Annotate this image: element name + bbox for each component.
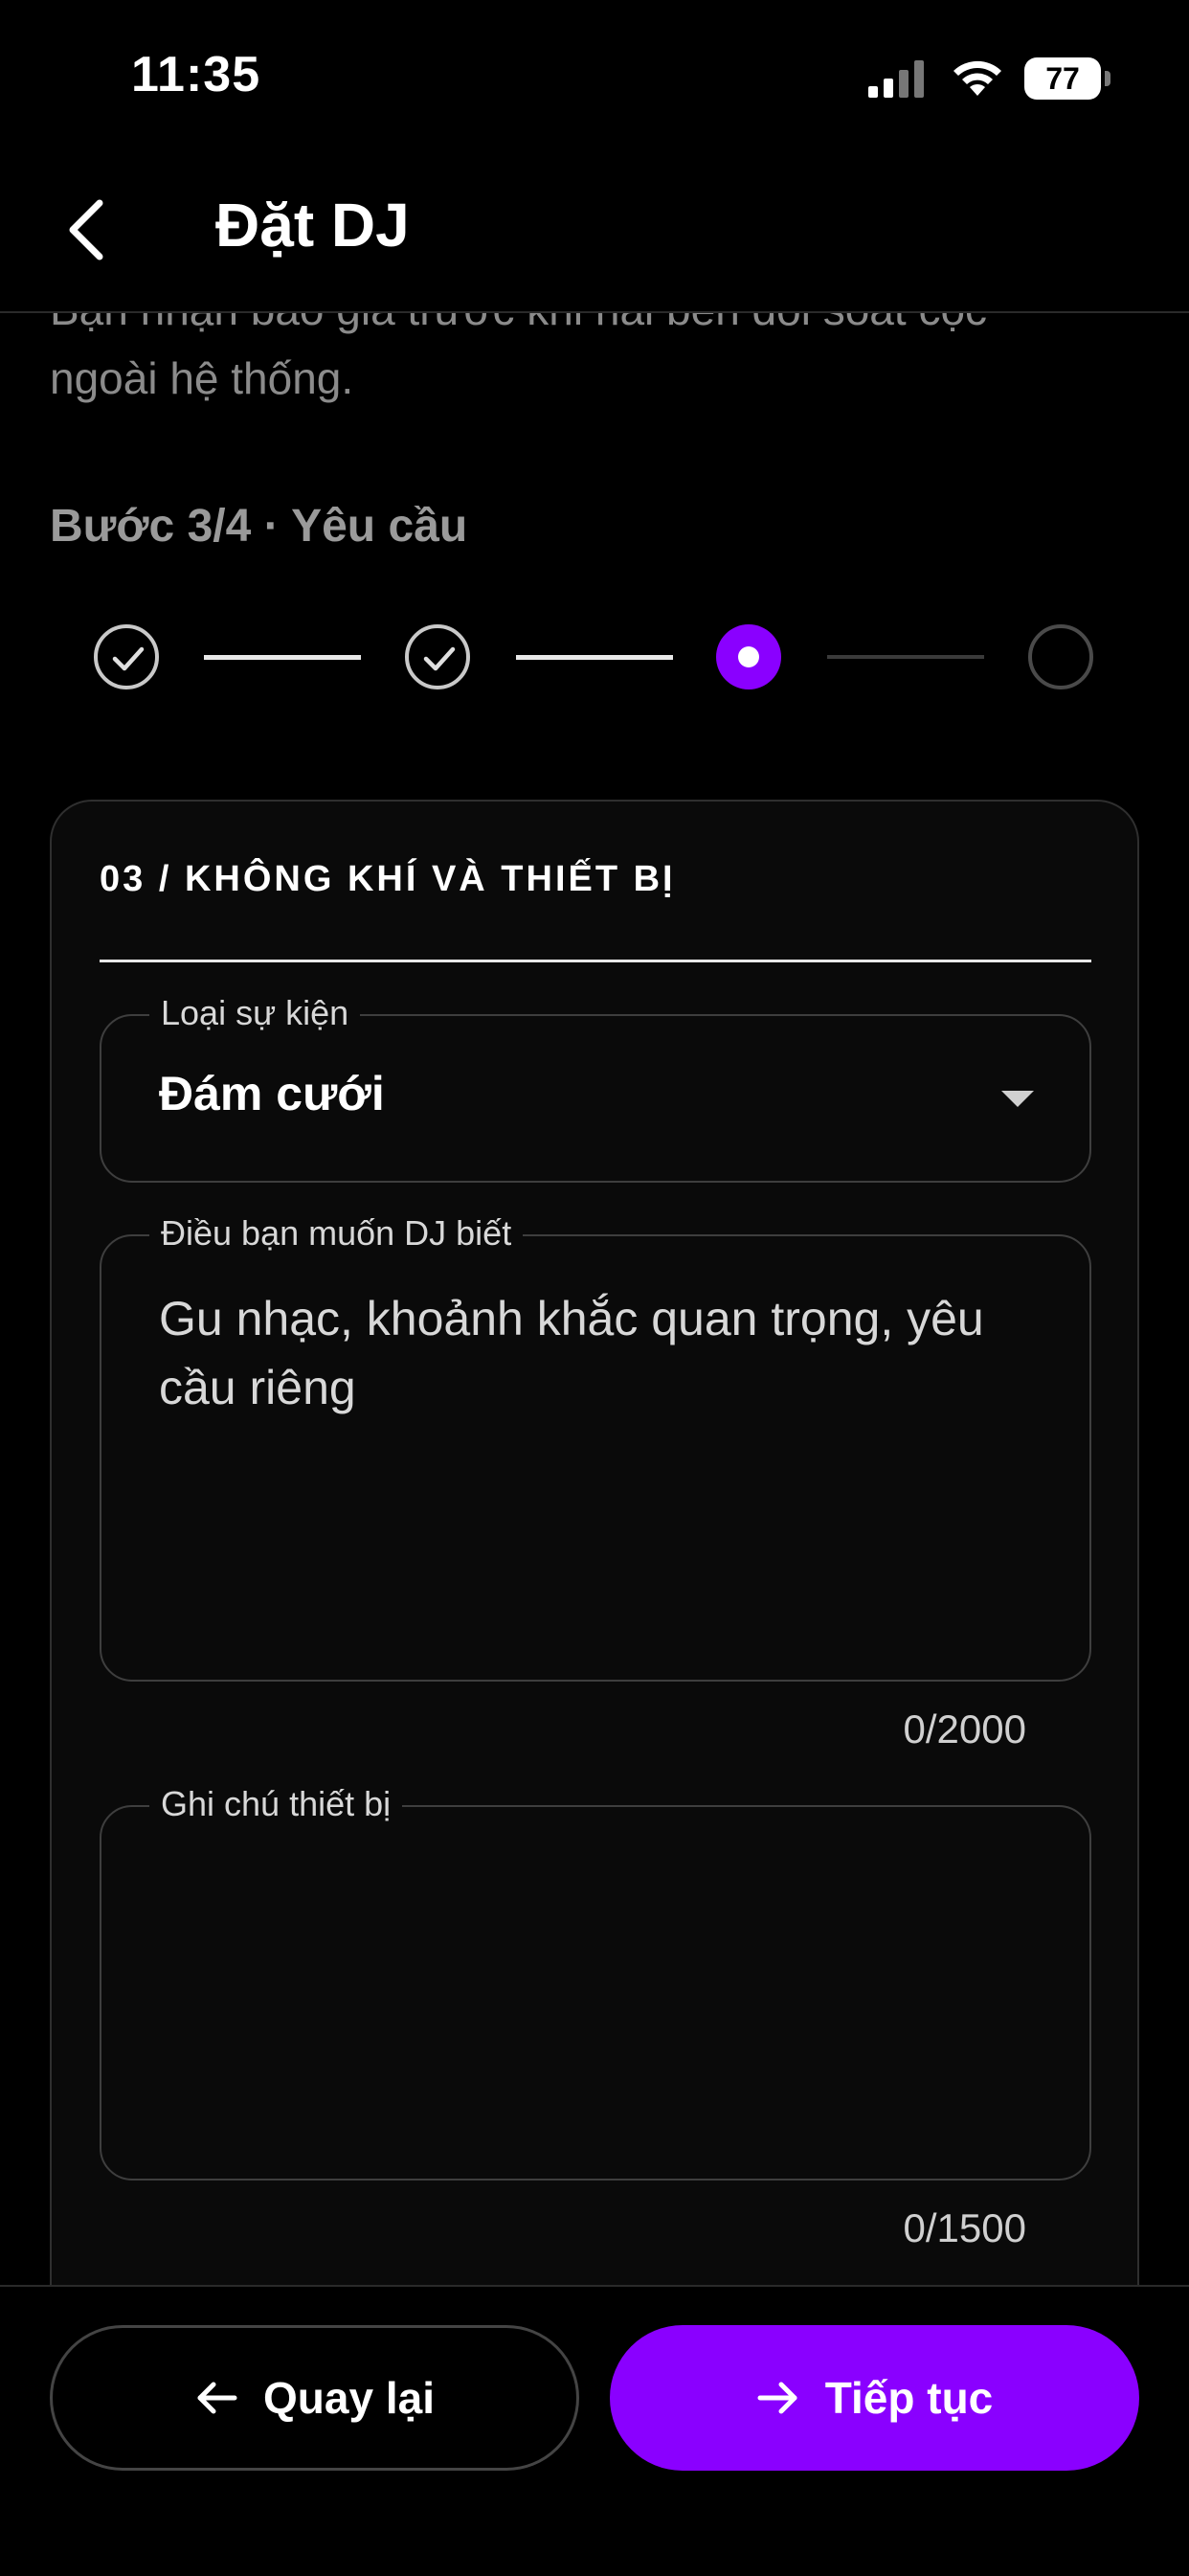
cellular-signal-icon bbox=[868, 60, 924, 98]
scroll-content[interactable]: Bạn nhận báo giá trước khi hai bên đối s… bbox=[0, 313, 1189, 2286]
wifi-icon bbox=[953, 60, 1001, 96]
step-1-complete bbox=[94, 624, 159, 689]
step-3-active bbox=[716, 624, 781, 689]
equipment-notes-label: Ghi chú thiết bị bbox=[149, 1784, 403, 1824]
card-title: 03 / KHÔNG KHÍ VÀ THIẾT BỊ bbox=[100, 859, 676, 899]
intro-line-1: Bạn nhận báo giá trước khi hai bên đối s… bbox=[50, 313, 1141, 344]
page-title: Đặt DJ bbox=[215, 191, 410, 260]
dj-notes-textarea[interactable]: Điều bạn muốn DJ biết Gu nhạc, khoảnh kh… bbox=[100, 1213, 1091, 1682]
step-connector bbox=[516, 655, 673, 660]
status-bar: 11:35 77 bbox=[0, 0, 1189, 153]
equipment-notes-textarea[interactable]: Ghi chú thiết bị bbox=[100, 1784, 1091, 2181]
continue-button-label: Tiếp tục bbox=[824, 2373, 994, 2423]
dj-notes-label: Điều bạn muốn DJ biết bbox=[149, 1213, 524, 1254]
equipment-notes-counter: 0/1500 bbox=[903, 2205, 1026, 2250]
event-type-value: Đám cưới bbox=[159, 1067, 385, 1120]
back-button[interactable]: Quay lại bbox=[50, 2325, 579, 2471]
arrow-left-icon bbox=[197, 2382, 237, 2414]
divider bbox=[100, 960, 1091, 962]
requirements-card: 03 / KHÔNG KHÍ VÀ THIẾT BỊ Loại sự kiện … bbox=[50, 800, 1139, 2286]
continue-button[interactable]: Tiếp tục bbox=[610, 2325, 1139, 2471]
chevron-left-icon bbox=[69, 199, 103, 260]
dj-notes-counter: 0/2000 bbox=[903, 1706, 1026, 1751]
dj-notes-placeholder: Gu nhạc, khoảnh khắc quan trọng, yêu cầu… bbox=[159, 1292, 984, 1414]
app-header: Đặt DJ bbox=[0, 153, 1189, 313]
battery-level: 77 bbox=[1024, 57, 1101, 100]
event-type-select[interactable]: Loại sự kiện Đám cưới bbox=[100, 993, 1091, 1183]
active-dot-icon bbox=[738, 646, 759, 667]
arrow-right-icon bbox=[757, 2382, 797, 2414]
back-button-label: Quay lại bbox=[263, 2373, 435, 2423]
dropdown-arrow-icon bbox=[1001, 1091, 1034, 1107]
battery-icon: 77 bbox=[1024, 57, 1110, 100]
step-2-complete bbox=[405, 624, 470, 689]
step-title: Bước 3/4 · Yêu cầu bbox=[50, 501, 468, 552]
progress-stepper bbox=[0, 624, 1189, 701]
intro-line-2: ngoài hệ thống. bbox=[50, 353, 354, 403]
check-icon bbox=[112, 646, 145, 671]
step-connector bbox=[204, 655, 361, 660]
back-arrow-button[interactable] bbox=[57, 192, 124, 268]
bottom-action-bar: Quay lại Tiếp tục bbox=[0, 2285, 1189, 2576]
step-connector bbox=[827, 655, 984, 659]
status-time: 11:35 bbox=[131, 47, 261, 102]
event-type-label: Loại sự kiện bbox=[149, 993, 361, 1033]
step-4-pending bbox=[1028, 624, 1093, 689]
intro-text: Bạn nhận báo giá trước khi hai bên đối s… bbox=[50, 313, 1141, 413]
check-icon bbox=[423, 646, 456, 671]
